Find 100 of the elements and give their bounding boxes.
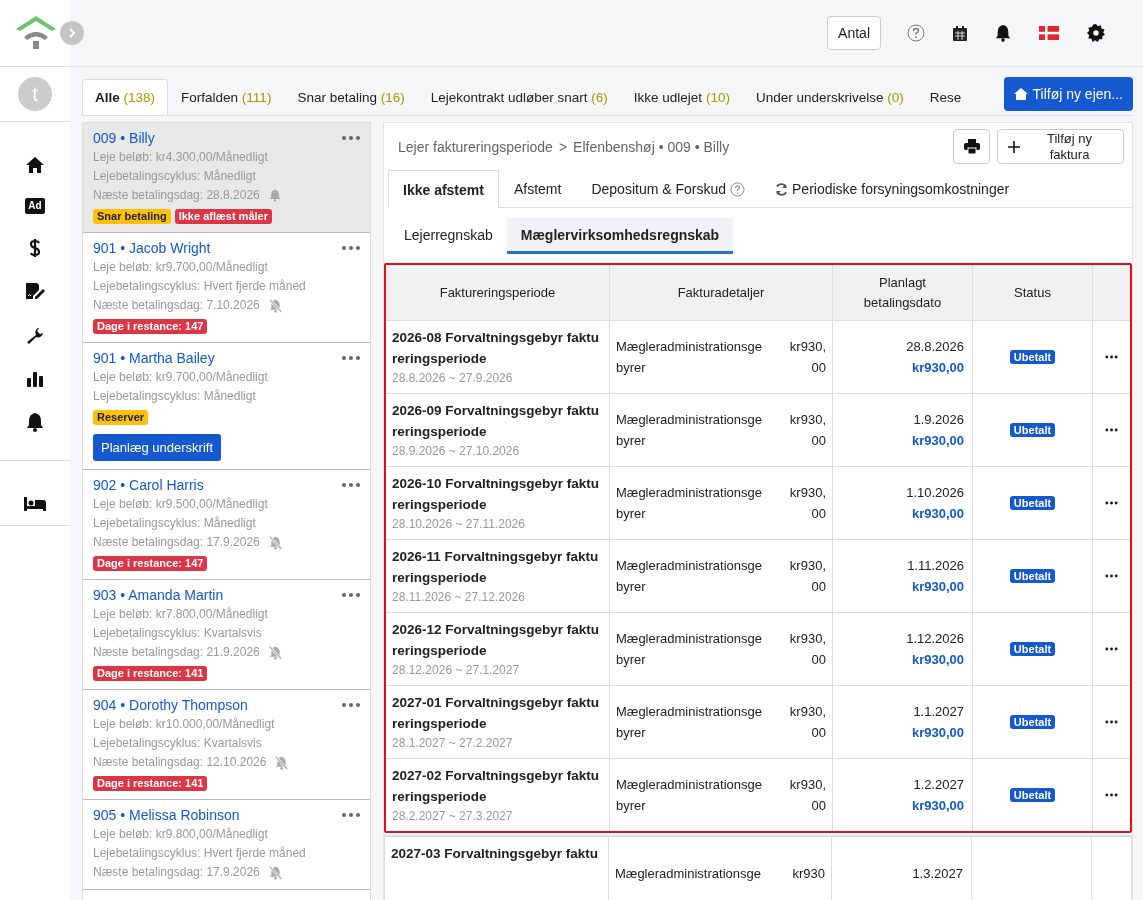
tenant-card[interactable]: 901 • Jacob Wright Leje beløb: kr9.700,00/Månedligt Lejebetalingscyklus: Hvert fjerde måned Næste betalingsdag: 7.10.2026 Dage i restance: 147 <box>83 233 370 343</box>
tenant-card[interactable]: 904 • Dorothy Thompson Leje beløb: kr10.000,00/Månedligt Lejebetalingscyklus: Kvartalsvis Næste betalingsdag: 12.10.2026 Dage i restance: 141 <box>83 690 370 800</box>
bar-chart-icon[interactable] <box>26 370 44 388</box>
invoice-item: Mægleradministrationsgebyrer <box>616 338 763 377</box>
filter-tab[interactable]: Forfalden (111) <box>168 79 285 115</box>
tenant-card[interactable]: 905 • Melissa Robinson Leje beløb: kr9.800,00/Månedligt Lejebetalingscyklus: Hvert fjerde måned Næste betalingsdag: 17.9.2026 <box>83 800 370 890</box>
schedule-signature-button[interactable]: Planlæg underskrift <box>93 434 221 461</box>
filter-tab[interactable]: Ikke udlejet (10) <box>620 79 743 115</box>
tenant-name[interactable]: 904 • Dorothy Thompson <box>93 696 248 714</box>
payment-amount: kr930,00 <box>911 432 964 450</box>
notification-icon[interactable] <box>995 24 1011 42</box>
payment-cycle: Lejebetalingscyklus: Hvert fjerde måned <box>93 278 307 295</box>
filter-tab[interactable]: Snar betaling (16) <box>284 79 418 115</box>
rent-amount: Leje beløb: kr7.800,00/Månedligt <box>93 606 269 623</box>
payment-amount: kr930,00 <box>911 724 964 742</box>
status-badge: Ikke aflæst måler <box>174 209 272 224</box>
status-badge: Dage i restance: 141 <box>93 776 208 791</box>
tenant-name[interactable]: 901 • Jacob Wright <box>93 239 211 257</box>
tenant-card[interactable]: 902 • Carol Harris Leje beløb: kr9.500,00/Månedligt Lejebetalingscyklus: Månedligt Næste betalingsdag: 17.9.2026 Dage i restance: 147 <box>83 470 370 580</box>
payment-date: 1.10.2026 <box>906 484 964 502</box>
tenant-name[interactable]: 901 • Martha Bailey <box>93 349 215 367</box>
status-badge: Reserver <box>93 410 149 425</box>
payment-amount: kr930,00 <box>911 651 964 669</box>
column-header: Status <box>973 265 1093 320</box>
count-button[interactable]: Antal <box>827 16 881 50</box>
item-amount: kr930,00 <box>788 484 826 523</box>
print-button[interactable] <box>953 129 990 164</box>
sub-tab[interactable]: Mæglervirksomhedsregnskab <box>506 218 734 254</box>
filter-tab[interactable]: Under underskrivelse (0) <box>742 79 917 115</box>
status-badge: Ubetalt <box>1009 496 1056 510</box>
tab[interactable]: Afstemt <box>498 170 577 207</box>
next-payment-date: Næste betalingsdag: 21.9.2026 <box>93 644 260 661</box>
status-badge: Snar betaling <box>93 209 171 224</box>
refresh-icon[interactable] <box>775 182 788 196</box>
more-icon[interactable] <box>1105 720 1118 724</box>
bell-icon[interactable] <box>26 412 44 432</box>
status-badge: Ubetalt <box>1009 642 1056 656</box>
more-icon[interactable] <box>1105 793 1118 797</box>
tenant-name[interactable]: 903 • Amanda Martin <box>93 586 224 604</box>
invoice-item: Mægleradministrationsgebyrer <box>616 484 763 523</box>
tenant-card[interactable]: 903 • Amanda Martin Leje beløb: kr7.800,00/Månedligt Lejebetalingscyklus: Kvartalsvis Næste betalingsdag: 21.9.2026 Dage i restance: 141 <box>83 580 370 690</box>
period-range: 28.10.2026 ~ 27.11.2026 <box>392 516 526 533</box>
period-title: 2026-10 Forvaltningsgebyr faktureringsperiode <box>392 475 601 514</box>
payment-cycle: Lejebetalingscyklus: Månedligt <box>93 388 257 405</box>
filter-tab[interactable]: Rese <box>916 79 975 115</box>
help-icon[interactable] <box>730 181 745 197</box>
payment-cycle: Lejebetalingscyklus: Månedligt <box>93 515 257 532</box>
dollar-icon[interactable] <box>29 238 41 258</box>
more-icon[interactable] <box>1105 647 1118 651</box>
breadcrumb-link[interactable]: Lejer faktureringsperiode <box>398 138 553 155</box>
flag-icon[interactable] <box>1039 26 1059 40</box>
item-amount: kr930,00 <box>788 411 826 450</box>
tab[interactable]: Depositum & Forskud <box>576 170 760 207</box>
breadcrumb-separator: > <box>558 138 568 155</box>
ad-icon[interactable]: Ad <box>25 198 45 214</box>
period-title: 2026-12 Forvaltningsgebyr faktureringsperiode <box>392 621 601 660</box>
more-icon[interactable] <box>1105 574 1118 578</box>
period-title: 2027-02 Forvaltningsgebyr faktureringsperiode <box>392 767 601 806</box>
tenant-card[interactable]: 009 • Billy Leje beløb: kr4.300,00/Månedligt Lejebetalingscyklus: Månedligt Næste betalingsdag: 28.8.2026 Snar betaling Ikke aflæst måler <box>83 123 370 233</box>
payment-date: 1.12.2026 <box>906 630 964 648</box>
item-amount: kr930,00 <box>788 776 826 815</box>
payment-amount: kr930,00 <box>911 797 964 815</box>
period-range: 28.11.2026 ~ 27.12.2026 <box>392 589 526 606</box>
payment-cycle: Lejebetalingscyklus: Kvartalsvis <box>93 625 263 642</box>
next-payment-date: Næste betalingsdag: 17.9.2026 <box>93 534 260 551</box>
plus-icon[interactable] <box>1008 140 1020 153</box>
invoice-item: Mægleradministrationsge <box>615 864 762 883</box>
rent-amount: Leje beløb: kr10.000,00/Månedligt <box>93 716 276 733</box>
status-badge: Ubetalt <box>1009 715 1056 729</box>
status-badge: Dage i restance: 141 <box>93 666 208 681</box>
add-invoice-button[interactable]: Tilføj ny faktura <box>997 129 1124 164</box>
invoice-item: Mægleradministrationsgebyrer <box>616 776 763 815</box>
help-icon[interactable] <box>907 24 925 42</box>
calendar-icon[interactable] <box>953 25 967 41</box>
tenant-card[interactable]: 901 • Martha Bailey Leje beløb: kr9.700,00/Månedligt Lejebetalingscyklus: Månedligt Reserver Planlæg underskrift <box>83 343 370 470</box>
tab[interactable]: Ikke afstemt <box>388 170 499 208</box>
document-pen-icon[interactable] <box>24 282 46 302</box>
add-property-button[interactable]: Tilføj ny ejen... <box>1004 77 1133 111</box>
bed-icon[interactable] <box>23 496 47 512</box>
payment-cycle: Lejebetalingscyklus: Månedligt <box>93 168 257 185</box>
settings-icon[interactable] <box>1087 24 1105 42</box>
sub-tab[interactable]: Lejerregnskab <box>390 218 507 254</box>
filter-tab[interactable]: Alle (138) <box>82 79 169 115</box>
period-title: 2026-09 Forvaltningsgebyr faktureringsperiode <box>392 402 601 441</box>
home-icon[interactable] <box>25 156 45 174</box>
more-icon[interactable] <box>1105 355 1118 359</box>
more-icon[interactable] <box>1105 501 1118 505</box>
tenant-name[interactable]: 902 • Carol Harris <box>93 476 204 494</box>
period-range: 28.2.2027 ~ 27.3.2027 <box>392 808 514 825</box>
more-icon[interactable] <box>1105 428 1118 432</box>
home-icon[interactable] <box>1014 88 1029 100</box>
tenant-name[interactable]: 905 • Melissa Robinson <box>93 806 240 824</box>
tab[interactable]: Periodiske forsyningsomkostninger <box>760 170 1025 207</box>
payment-amount: kr930,00 <box>911 359 964 377</box>
filter-tab[interactable]: Lejekontrakt udløber snart (6) <box>417 79 621 115</box>
tenant-name[interactable]: 009 • Billy <box>93 129 155 147</box>
period-title: 2027-01 Forvaltningsgebyr faktureringsperiode <box>392 694 601 733</box>
wrench-icon[interactable] <box>25 326 45 346</box>
printer-icon[interactable] <box>963 139 980 154</box>
period-title: 2027-03 Forvaltningsgebyr faktu <box>391 845 600 863</box>
